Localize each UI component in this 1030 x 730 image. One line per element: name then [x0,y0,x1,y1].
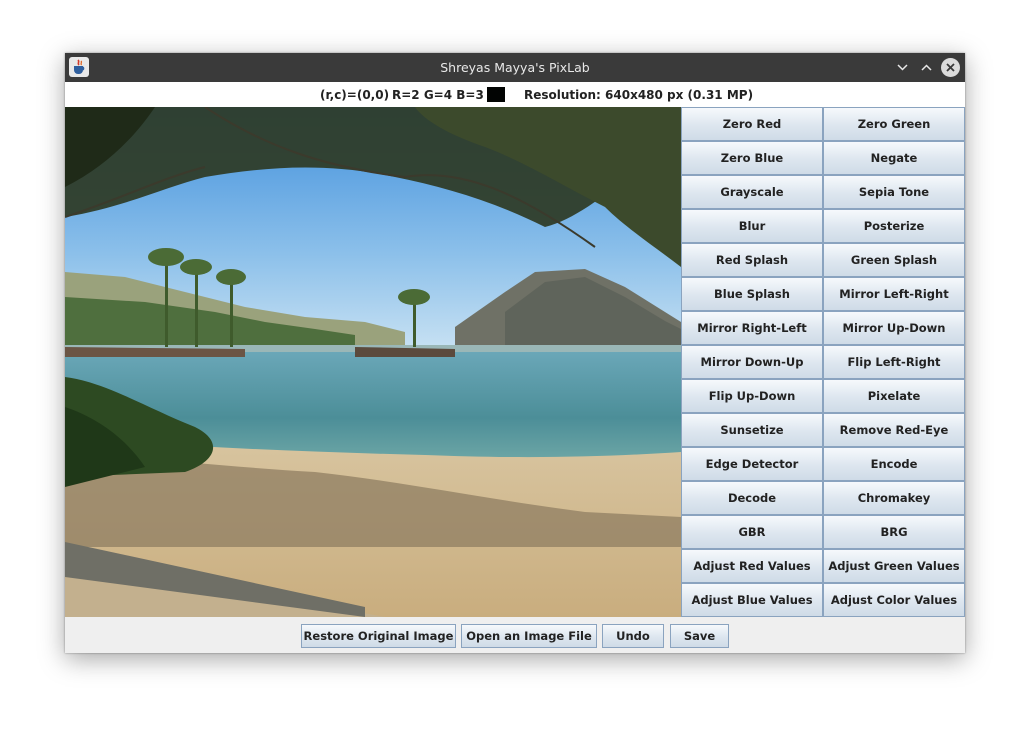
mirror-left-right-button[interactable]: Mirror Left-Right [823,277,965,311]
flip-left-right-button[interactable]: Flip Left-Right [823,345,965,379]
status-bar: (r,c)=(0,0) R=2 G=4 B=3 Resolution: 640x… [65,82,965,107]
image-canvas[interactable] [65,107,681,617]
zero-green-button[interactable]: Zero Green [823,107,965,141]
green-splash-button[interactable]: Green Splash [823,243,965,277]
blur-button[interactable]: Blur [681,209,823,243]
negate-button[interactable]: Negate [823,141,965,175]
filter-button-grid: Zero Red Zero Green Zero Blue Negate Gra… [681,107,965,617]
grayscale-button[interactable]: Grayscale [681,175,823,209]
sunsetize-button[interactable]: Sunsetize [681,413,823,447]
mirror-down-up-button[interactable]: Mirror Down-Up [681,345,823,379]
gbr-button[interactable]: GBR [681,515,823,549]
posterize-button[interactable]: Posterize [823,209,965,243]
pixlab-window: Shreyas Mayya's PixLab (r,c)=(0,0) R=2 G… [65,53,965,653]
adjust-color-values-button[interactable]: Adjust Color Values [823,583,965,617]
mirror-up-down-button[interactable]: Mirror Up-Down [823,311,965,345]
adjust-blue-values-button[interactable]: Adjust Blue Values [681,583,823,617]
title-bar[interactable]: Shreyas Mayya's PixLab [65,53,965,82]
resolution-readout: Resolution: 640x480 px (0.31 MP) [524,88,754,102]
adjust-red-values-button[interactable]: Adjust Red Values [681,549,823,583]
zero-red-button[interactable]: Zero Red [681,107,823,141]
chromakey-button[interactable]: Chromakey [823,481,965,515]
rgb-readout: R=2 G=4 B=3 [392,88,484,102]
pixelate-button[interactable]: Pixelate [823,379,965,413]
save-button[interactable]: Save [670,624,729,648]
color-swatch [487,87,505,102]
close-icon[interactable] [941,58,960,77]
encode-button[interactable]: Encode [823,447,965,481]
beach-landscape-photo[interactable] [65,107,681,617]
remove-red-eye-button[interactable]: Remove Red-Eye [823,413,965,447]
blue-splash-button[interactable]: Blue Splash [681,277,823,311]
decode-button[interactable]: Decode [681,481,823,515]
mirror-right-left-button[interactable]: Mirror Right-Left [681,311,823,345]
window-title: Shreyas Mayya's PixLab [440,60,590,75]
brg-button[interactable]: BRG [823,515,965,549]
adjust-green-values-button[interactable]: Adjust Green Values [823,549,965,583]
coordinate-readout: (r,c)=(0,0) [320,88,390,102]
edge-detector-button[interactable]: Edge Detector [681,447,823,481]
bottom-toolbar: Restore Original Image Open an Image Fil… [65,617,965,653]
undo-button[interactable]: Undo [602,624,664,648]
zero-blue-button[interactable]: Zero Blue [681,141,823,175]
sepia-tone-button[interactable]: Sepia Tone [823,175,965,209]
minimize-icon[interactable] [893,58,912,77]
red-splash-button[interactable]: Red Splash [681,243,823,277]
open-image-file-button[interactable]: Open an Image File [461,624,597,648]
maximize-icon[interactable] [917,58,936,77]
restore-original-button[interactable]: Restore Original Image [301,624,456,648]
flip-up-down-button[interactable]: Flip Up-Down [681,379,823,413]
